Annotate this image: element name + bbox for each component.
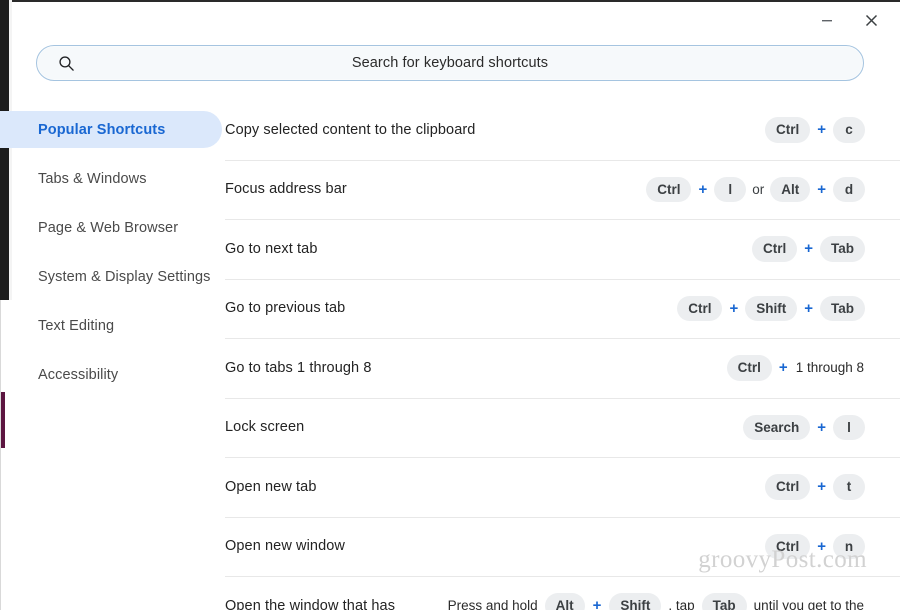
close-button[interactable] bbox=[856, 5, 886, 35]
key-instruction-text: 1 through 8 bbox=[795, 360, 864, 376]
shortcut-description: Focus address bar bbox=[225, 181, 347, 198]
key-chip: t bbox=[833, 474, 865, 500]
shortcut-description: Open new tab bbox=[225, 478, 317, 495]
shortcut-keys: Search + l bbox=[743, 414, 865, 440]
key-chip: d bbox=[833, 176, 865, 202]
key-plus-separator: + bbox=[804, 299, 813, 317]
shortcut-keys: Ctrl + t bbox=[764, 474, 865, 500]
window-top-edge bbox=[0, 0, 900, 2]
shortcut-keys: Ctrl + l or Alt + d bbox=[646, 176, 865, 202]
key-chip: Ctrl bbox=[764, 117, 811, 143]
sidebar-item-label: Tabs & Windows bbox=[38, 170, 147, 187]
key-plus-separator: + bbox=[778, 359, 788, 377]
window-body: Popular Shortcuts Tabs & Windows Page & We… bbox=[0, 100, 900, 610]
key-instruction-text: , tap bbox=[668, 598, 695, 610]
sidebar-item-label: Text Editing bbox=[38, 317, 115, 334]
keyboard-shortcuts-window: Search for keyboard shortcuts Popular Sh… bbox=[0, 0, 900, 610]
minimize-button[interactable] bbox=[812, 5, 842, 35]
sidebar-item-system-display-settings[interactable]: System & Display Settings bbox=[0, 258, 222, 295]
shortcut-keys: Press and hold Alt + Shift , tap Tab until you… bbox=[447, 593, 865, 610]
shortcut-description: Open the window that has bbox=[225, 597, 396, 610]
key-chip: Ctrl bbox=[677, 295, 723, 321]
key-plus-separator: + bbox=[817, 180, 826, 198]
search-input-placeholder[interactable]: Search for keyboard shortcuts bbox=[352, 55, 548, 71]
key-plus-separator: + bbox=[817, 478, 826, 496]
key-chip: l bbox=[714, 176, 747, 202]
key-chip: Shift bbox=[745, 295, 798, 321]
minimize-icon bbox=[820, 13, 834, 27]
sidebar-item-label: Popular Shortcuts bbox=[38, 121, 166, 138]
key-chip: Ctrl bbox=[726, 355, 772, 381]
key-chip: Ctrl bbox=[751, 236, 798, 262]
shortcut-row: Copy selected content to the clipboard Ct… bbox=[222, 100, 865, 160]
key-plus-separator: + bbox=[817, 418, 826, 436]
sidebar-item-popular-shortcuts[interactable]: Popular Shortcuts bbox=[0, 111, 222, 148]
shortcut-row: Go to next tab Ctrl + Tab bbox=[222, 219, 900, 279]
sidebar-item-label: Accessibility bbox=[38, 366, 119, 383]
key-or-separator: or bbox=[752, 181, 765, 197]
shortcut-keys: Ctrl + c bbox=[764, 117, 865, 143]
search-bar[interactable]: Search for keyboard shortcuts bbox=[36, 45, 864, 81]
shortcut-row: Focus address bar Ctrl + l or Alt + d bbox=[222, 159, 900, 220]
close-icon bbox=[864, 13, 879, 28]
key-chip: n bbox=[833, 533, 865, 559]
category-sidebar: Popular Shortcuts Tabs & Windows Page & We… bbox=[0, 100, 222, 610]
key-plus-separator: + bbox=[698, 180, 708, 198]
key-chip: c bbox=[833, 117, 865, 143]
key-chip: Tab bbox=[820, 295, 865, 321]
key-chip: Ctrl bbox=[764, 474, 811, 500]
shortcut-description: Go to tabs 1 through 8 bbox=[225, 359, 372, 376]
sidebar-item-label: Page & Web Browser bbox=[38, 219, 179, 236]
shortcut-row: Open new tab Ctrl + t bbox=[222, 457, 900, 517]
shortcut-row: Go to previous tab Ctrl + Shift + Tab bbox=[222, 278, 900, 339]
shortcut-row: Open the window that has Press and hold Al… bbox=[222, 576, 900, 610]
sidebar-item-tabs-windows[interactable]: Tabs & Windows bbox=[0, 160, 222, 197]
key-chip: Tab bbox=[820, 236, 865, 262]
key-plus-separator: + bbox=[592, 597, 602, 610]
shortcut-description: Lock screen bbox=[225, 419, 305, 436]
shortcut-description: Open new window bbox=[225, 538, 345, 555]
shortcut-row: Go to tabs 1 through 8 Ctrl +1 through 8 bbox=[222, 338, 900, 398]
key-chip: Ctrl bbox=[646, 176, 692, 202]
shortcut-description: Copy selected content to the clipboard bbox=[225, 121, 476, 138]
key-chip: Search bbox=[743, 414, 811, 440]
sidebar-item-text-editing[interactable]: Text Editing bbox=[0, 307, 222, 344]
key-chip: Tab bbox=[701, 593, 747, 610]
key-plus-separator: + bbox=[817, 537, 826, 555]
shortcut-row: Open new window Ctrl + n bbox=[222, 516, 900, 577]
key-chip: Ctrl bbox=[764, 533, 811, 559]
shortcut-description: Go to next tab bbox=[225, 240, 318, 257]
shortcut-keys: Ctrl + Tab bbox=[751, 236, 865, 262]
window-controls bbox=[812, 0, 900, 40]
key-chip: Alt bbox=[544, 593, 585, 610]
sidebar-item-accessibility[interactable]: Accessibility bbox=[0, 356, 222, 393]
key-chip: Shift bbox=[609, 593, 662, 610]
key-plus-separator: + bbox=[804, 240, 813, 258]
key-instruction-text: until you get to the bbox=[753, 598, 864, 610]
key-chip: Alt bbox=[770, 176, 811, 202]
shortcut-list: Copy selected content to the clipboard Ct… bbox=[222, 100, 900, 610]
shortcut-keys: Ctrl + n bbox=[764, 533, 865, 559]
key-plus-separator: + bbox=[817, 121, 826, 139]
search-icon bbox=[57, 54, 75, 72]
key-chip: l bbox=[833, 414, 865, 440]
shortcut-keys: Ctrl + Shift + Tab bbox=[677, 295, 865, 321]
key-plus-separator: + bbox=[729, 299, 739, 317]
key-instruction-text: Press and hold bbox=[447, 598, 538, 610]
sidebar-item-page-web-browser[interactable]: Page & Web Browser bbox=[0, 209, 222, 246]
sidebar-item-label: System & Display Settings bbox=[38, 268, 211, 285]
shortcut-row: Lock screen Search + l bbox=[222, 397, 900, 458]
shortcut-description: Go to previous tab bbox=[225, 300, 346, 317]
shortcut-keys: Ctrl +1 through 8 bbox=[726, 355, 865, 381]
